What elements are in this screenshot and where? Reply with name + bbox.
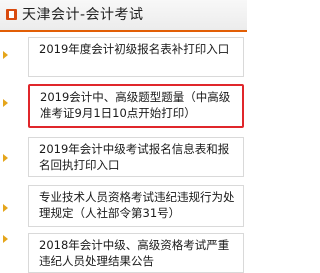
panel-title: 天津会计-会计考试 [22, 7, 144, 23]
panel-header: 天津会计-会计考试 [0, 0, 247, 32]
triangle-right-icon [3, 204, 8, 212]
triangle-right-icon [3, 154, 8, 162]
news-link-label: 2019会计中、高级题型题量（中高级准考证9月1日10点开始打印） [40, 90, 231, 120]
news-link-label: 2018年会计中级、高级资格考试严重违纪人员处理结果公告 [39, 238, 230, 268]
news-link-violation-rules[interactable]: 专业技术人员资格考试违纪违规行为处理规定（人社部令第31号） [28, 185, 244, 227]
news-link-label: 2019年度会计初级报名表补打印入口 [39, 42, 230, 56]
news-link-intermediate-receipt[interactable]: 2019年会计中级考试报名信息表和报名回执打印入口 [28, 137, 244, 177]
triangle-right-icon [3, 51, 8, 59]
news-link-label: 2019年会计中级考试报名信息表和报名回执打印入口 [39, 142, 230, 172]
news-link-exam-format[interactable]: 2019会计中、高级题型题量（中高级准考证9月1日10点开始打印） [28, 84, 244, 128]
triangle-right-icon [3, 99, 8, 107]
news-link-label: 专业技术人员资格考试违纪违规行为处理规定（人社部令第31号） [39, 190, 235, 220]
document-icon [6, 9, 17, 20]
exam-news-panel: 天津会计-会计考试 2019年度会计初级报名表补打印入口 2019会计中、高级题… [0, 0, 247, 273]
news-link-violation-results[interactable]: 2018年会计中级、高级资格考试严重违纪人员处理结果公告 [28, 233, 244, 273]
triangle-right-icon [3, 235, 8, 243]
news-link-junior-reprint[interactable]: 2019年度会计初级报名表补打印入口 [28, 37, 244, 77]
